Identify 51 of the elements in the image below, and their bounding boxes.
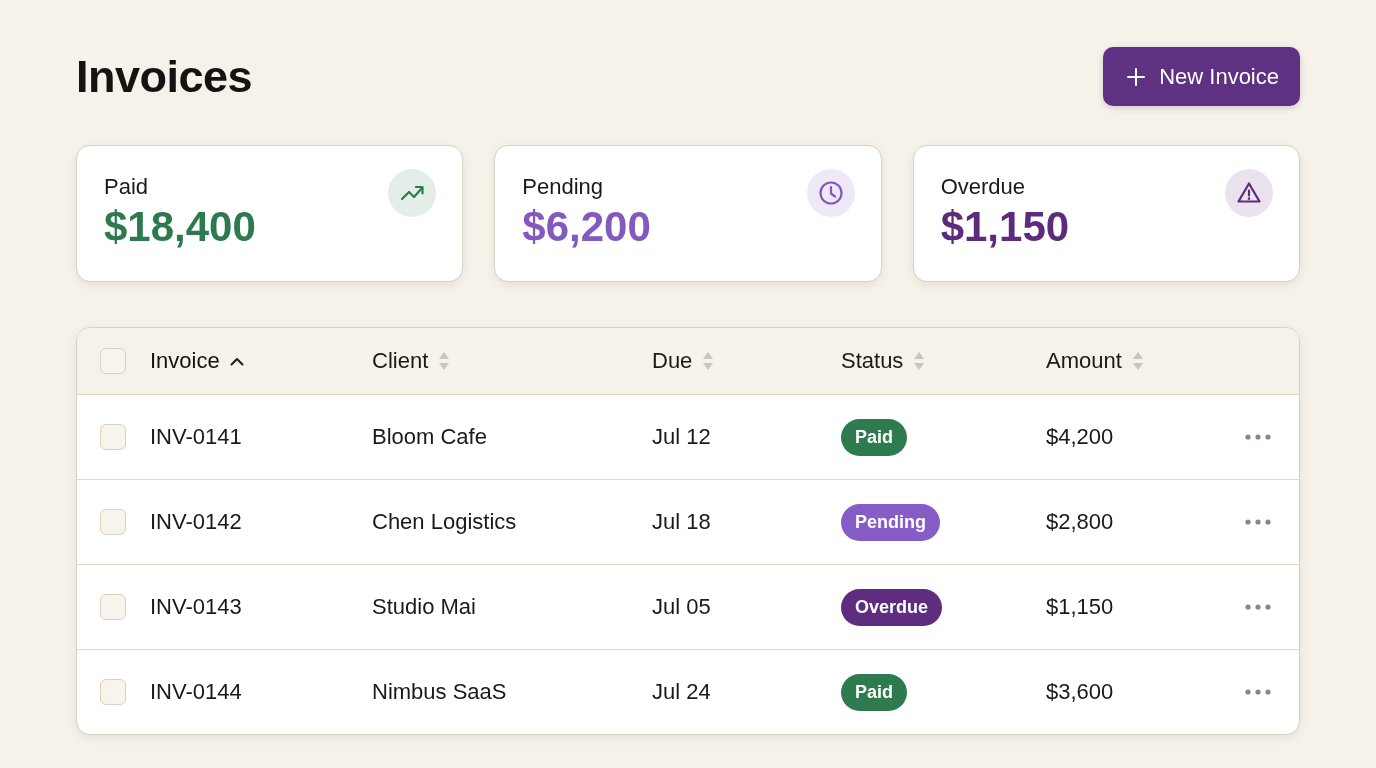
table-cell: Nimbus SaaS	[372, 679, 507, 705]
card-label: Overdue	[940, 174, 1027, 200]
more-icon[interactable]	[1245, 604, 1271, 610]
status-badge: Overdue	[841, 588, 943, 626]
table-cell: Bloom Cafe	[372, 424, 487, 450]
card-label: Paid	[104, 174, 150, 200]
clock-icon	[806, 169, 855, 217]
column-header[interactable]: Status	[841, 348, 926, 374]
sort-icon	[702, 351, 715, 371]
table-cell: INV-0142	[150, 509, 242, 535]
warning-icon	[1225, 169, 1273, 217]
status-badge: Paid	[841, 673, 907, 711]
row-checkbox[interactable]	[100, 594, 126, 620]
table-cell: Studio Mai	[372, 594, 476, 620]
card-amount: $1,150	[940, 202, 1070, 252]
table-cell: INV-0143	[150, 594, 242, 620]
table-cell: Jul 12	[652, 424, 711, 450]
plus-icon	[1127, 67, 1146, 86]
column-header[interactable]: Due	[652, 348, 715, 374]
sort-icon	[438, 351, 451, 371]
more-icon[interactable]	[1245, 434, 1271, 440]
column-header[interactable]: Invoice	[150, 348, 244, 374]
new-invoice-button[interactable]: New Invoice	[1103, 47, 1300, 106]
status-badge: Paid	[841, 418, 907, 456]
sort-icon	[913, 351, 926, 371]
card-amount: $6,200	[522, 202, 651, 252]
table-cell: $3,600	[1046, 679, 1114, 705]
card-label: Pending	[522, 174, 605, 200]
more-icon[interactable]	[1245, 689, 1271, 695]
table-cell: Chen Logistics	[372, 509, 517, 535]
status-badge: Pending	[841, 503, 940, 541]
table-cell: $2,800	[1046, 509, 1114, 535]
table-cell: $4,200	[1046, 424, 1114, 450]
trend-up-icon	[388, 169, 437, 217]
column-header[interactable]: Client	[372, 348, 451, 374]
table-cell: $1,150	[1046, 594, 1114, 620]
page-title: Invoices	[76, 51, 253, 102]
row-checkbox[interactable]	[100, 679, 126, 705]
row-checkbox[interactable]	[100, 509, 126, 535]
table-cell: Jul 05	[652, 594, 711, 620]
table-cell: INV-0144	[150, 679, 242, 705]
table-cell: Jul 18	[652, 509, 711, 535]
select-all-checkbox[interactable]	[100, 348, 126, 374]
table-cell: Jul 24	[652, 679, 711, 705]
table-cell: INV-0141	[150, 424, 242, 450]
row-checkbox[interactable]	[100, 424, 126, 450]
column-header[interactable]: Amount	[1046, 348, 1144, 374]
caret-up-icon	[229, 356, 244, 366]
sort-icon	[1131, 351, 1144, 371]
card-amount: $18,400	[104, 202, 256, 252]
more-icon[interactable]	[1245, 519, 1271, 525]
